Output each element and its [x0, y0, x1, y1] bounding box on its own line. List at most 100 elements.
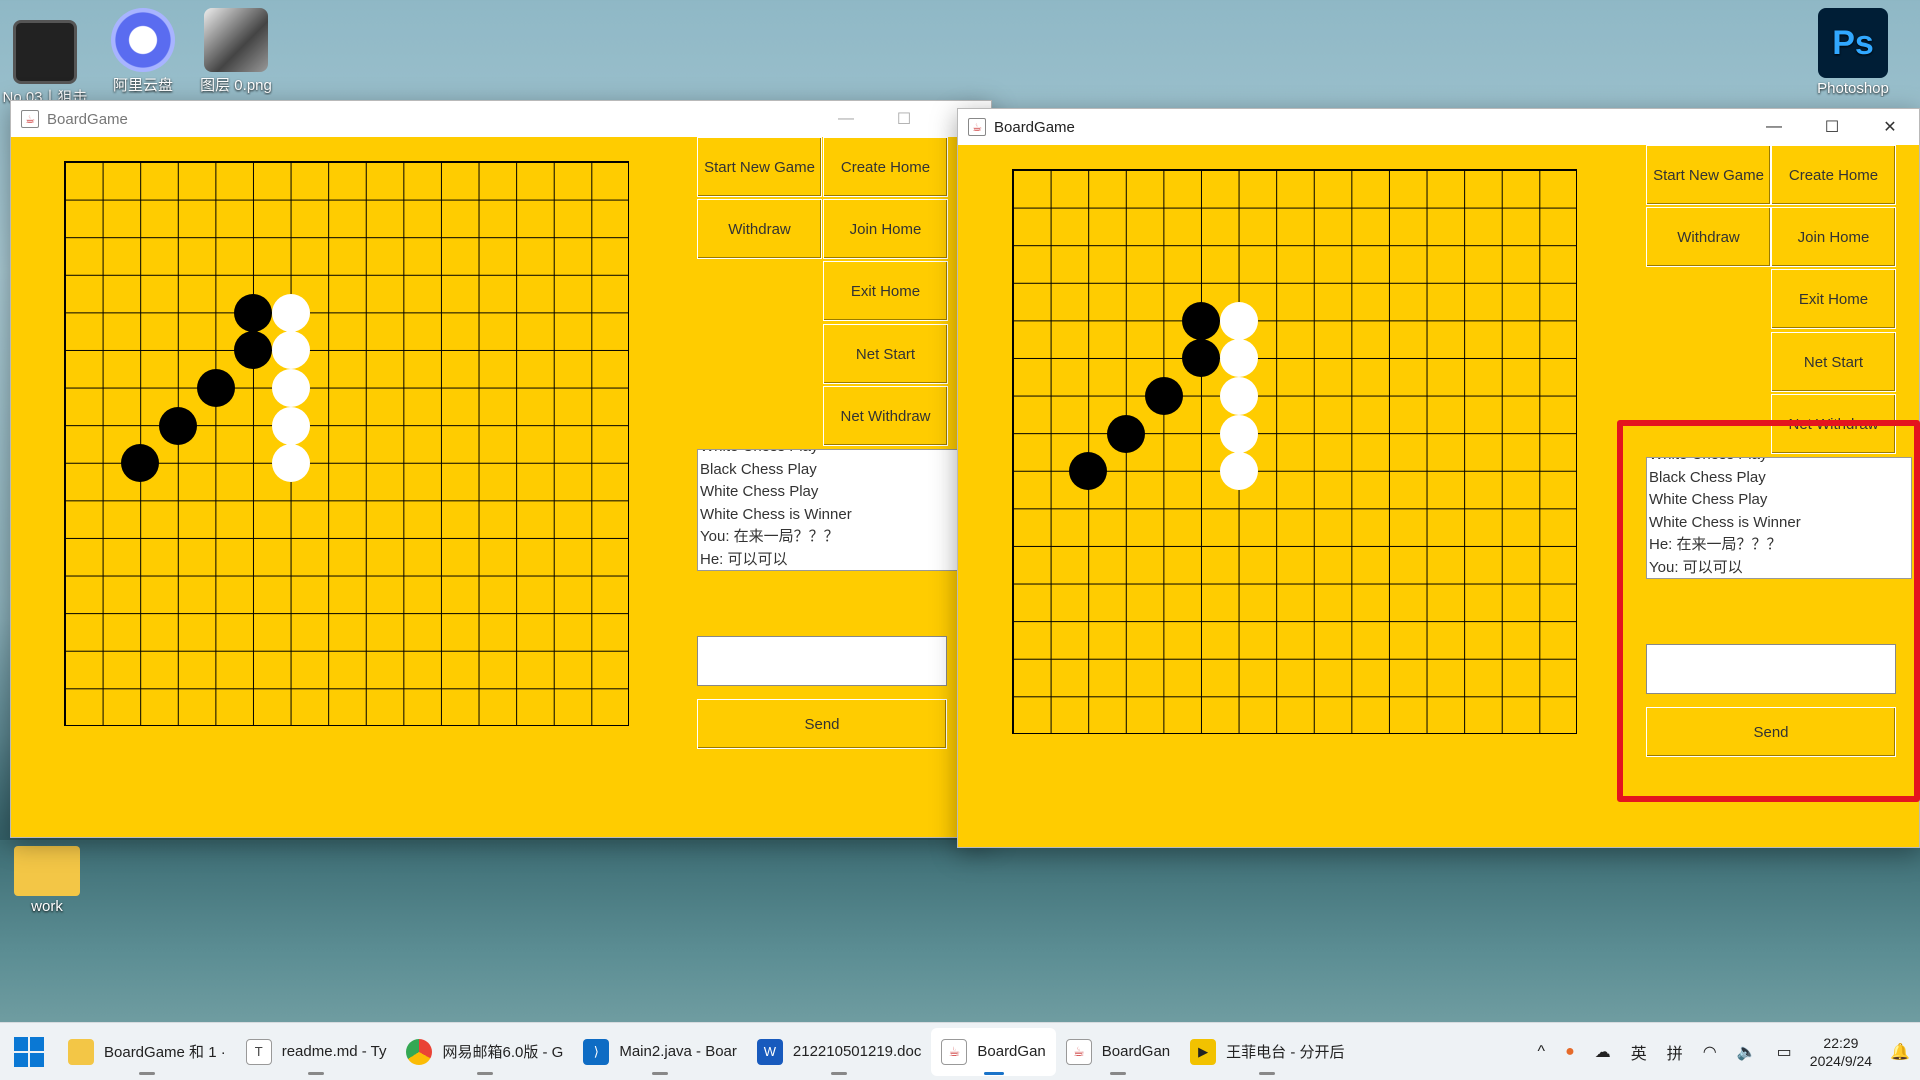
java-icon: ☕: [968, 118, 986, 136]
white-stone: [272, 444, 310, 483]
minimize-button[interactable]: —: [1745, 109, 1803, 145]
system-tray: ^ ● ☁ 英 拼 ◠ 🔈 ▭ 22:29 2024/9/24 🔔: [1528, 1023, 1920, 1080]
desktop-icon-photoshop[interactable]: Ps Photoshop: [1808, 8, 1898, 97]
white-stone: [272, 406, 310, 445]
battery-icon[interactable]: ▭: [1777, 1042, 1792, 1062]
window-title: BoardGame: [47, 110, 128, 128]
window-title: BoardGame: [994, 118, 1075, 136]
desktop-icon-image[interactable]: 图层 0.png: [191, 8, 281, 95]
desktop-icon-aliyun[interactable]: 阿里云盘: [98, 8, 188, 95]
black-stone: [121, 444, 160, 483]
title-bar[interactable]: ☕ BoardGame — ☐ ✕: [958, 109, 1919, 145]
cat-app-icon[interactable]: ●: [1565, 1043, 1575, 1061]
vscode-icon: ⟩: [583, 1038, 610, 1065]
start-new-game-button[interactable]: Start New Game: [697, 137, 822, 197]
clock-time: 22:29: [1823, 1035, 1859, 1051]
wifi-icon[interactable]: ◠: [1703, 1042, 1717, 1062]
chat-log[interactable]: White Chess Play Black Chess Play White …: [697, 449, 963, 571]
chat-line: He: 可以可以: [700, 550, 788, 568]
chat-line: White Chess is Winner: [700, 505, 852, 523]
join-home-button[interactable]: Join Home: [1771, 207, 1896, 267]
create-home-button[interactable]: Create Home: [1771, 145, 1896, 205]
create-home-button[interactable]: Create Home: [823, 137, 948, 197]
volume-icon[interactable]: 🔈: [1737, 1042, 1757, 1062]
ime-language[interactable]: 英: [1631, 1040, 1647, 1064]
desktop-icon-work[interactable]: work: [2, 842, 92, 915]
taskbar: BoardGame 和 1 · T readme.md - Ty 网易邮箱6.0…: [0, 1022, 1920, 1080]
chat-line: You: 在来一局？？？: [700, 528, 839, 545]
boardgame-window-left[interactable]: ☕ BoardGame — ☐ ✕ Start New Game Create …: [10, 100, 992, 838]
taskbar-item-vscode[interactable]: ⟩ Main2.java - Boar: [573, 1028, 747, 1076]
black-stone: [1182, 301, 1221, 340]
image-file-icon: [204, 8, 268, 72]
white-stone: [1220, 452, 1258, 491]
taskbar-item-boardgame-1[interactable]: ☕ BoardGan: [931, 1027, 1056, 1076]
cloud-icon[interactable]: ☁: [1595, 1042, 1611, 1062]
start-new-game-button[interactable]: Start New Game: [1646, 145, 1771, 205]
message-input[interactable]: [697, 636, 947, 686]
video-file-icon: [13, 20, 77, 84]
net-start-button[interactable]: Net Start: [823, 324, 948, 384]
withdraw-button[interactable]: Withdraw: [1646, 207, 1771, 267]
taskbar-item-word[interactable]: W 212210501219.doc: [747, 1028, 931, 1076]
black-stone: [1182, 339, 1221, 378]
typora-icon: T: [245, 1038, 272, 1065]
white-stone: [1220, 377, 1258, 415]
taskbar-item-boardgame-2[interactable]: ☕ BoardGan: [1056, 1028, 1180, 1076]
chat-line: Black Chess Play: [700, 460, 817, 478]
windows-start-icon: [14, 1036, 44, 1067]
start-button[interactable]: [0, 1028, 58, 1076]
taskbar-item-chrome[interactable]: 网易邮箱6.0版 - G: [396, 1028, 573, 1076]
chat-line: White Chess Play: [700, 450, 960, 459]
notification-bell-icon[interactable]: 🔔: [1890, 1042, 1910, 1062]
maximize-button[interactable]: ☐: [875, 101, 933, 137]
go-board[interactable]: [64, 161, 629, 726]
clock[interactable]: 22:29 2024/9/24: [1810, 1034, 1872, 1070]
word-icon: W: [756, 1038, 783, 1065]
white-stone: [1220, 339, 1258, 378]
java-icon: ☕: [941, 1038, 968, 1065]
java-icon: ☕: [21, 110, 39, 128]
aliyun-drive-icon: [111, 8, 175, 72]
close-button[interactable]: ✕: [1861, 109, 1919, 145]
photoshop-icon: Ps: [1818, 8, 1888, 78]
folder-icon: [68, 1038, 94, 1065]
exit-home-button[interactable]: Exit Home: [1771, 269, 1896, 329]
desktop-icon-video[interactable]: No.03丨狙击: [0, 20, 90, 107]
net-start-button[interactable]: Net Start: [1771, 332, 1896, 392]
black-stone: [1144, 377, 1183, 415]
java-icon: ☕: [1065, 1038, 1092, 1065]
taskbar-item-explorer[interactable]: BoardGame 和 1 ·: [58, 1028, 236, 1076]
black-stone: [234, 293, 273, 332]
chrome-icon: [406, 1038, 433, 1065]
title-bar[interactable]: ☕ BoardGame — ☐ ✕: [11, 101, 991, 137]
white-stone: [272, 369, 310, 407]
exit-home-button[interactable]: Exit Home: [823, 261, 948, 321]
chevron-up-icon[interactable]: ^: [1538, 1043, 1546, 1061]
music-player-icon: ▶: [1190, 1038, 1217, 1065]
white-stone: [1220, 301, 1258, 340]
white-stone: [1220, 414, 1258, 453]
minimize-button[interactable]: —: [817, 101, 875, 137]
game-panel: Start New Game Create Home Withdraw Join…: [11, 137, 991, 837]
black-stone: [196, 369, 235, 407]
folder-icon: [14, 846, 80, 896]
go-board[interactable]: [1012, 169, 1577, 734]
black-stone: [159, 406, 197, 445]
white-stone: [272, 293, 310, 332]
highlight-box: [1617, 420, 1920, 802]
ime-mode[interactable]: 拼: [1667, 1040, 1683, 1064]
black-stone: [234, 331, 273, 370]
join-home-button[interactable]: Join Home: [823, 199, 948, 259]
maximize-button[interactable]: ☐: [1803, 109, 1861, 145]
black-stone: [1069, 452, 1108, 491]
taskbar-item-typora[interactable]: T readme.md - Ty: [236, 1028, 397, 1076]
send-button[interactable]: Send: [697, 699, 947, 749]
taskbar-item-player[interactable]: ▶ 王菲电台 - 分开后: [1180, 1028, 1354, 1076]
net-withdraw-button[interactable]: Net Withdraw: [823, 386, 948, 446]
chat-line: White Chess Play: [700, 483, 819, 500]
white-stone: [272, 331, 310, 370]
withdraw-button[interactable]: Withdraw: [697, 199, 822, 259]
black-stone: [1107, 414, 1145, 453]
clock-date: 2024/9/24: [1809, 1053, 1873, 1069]
